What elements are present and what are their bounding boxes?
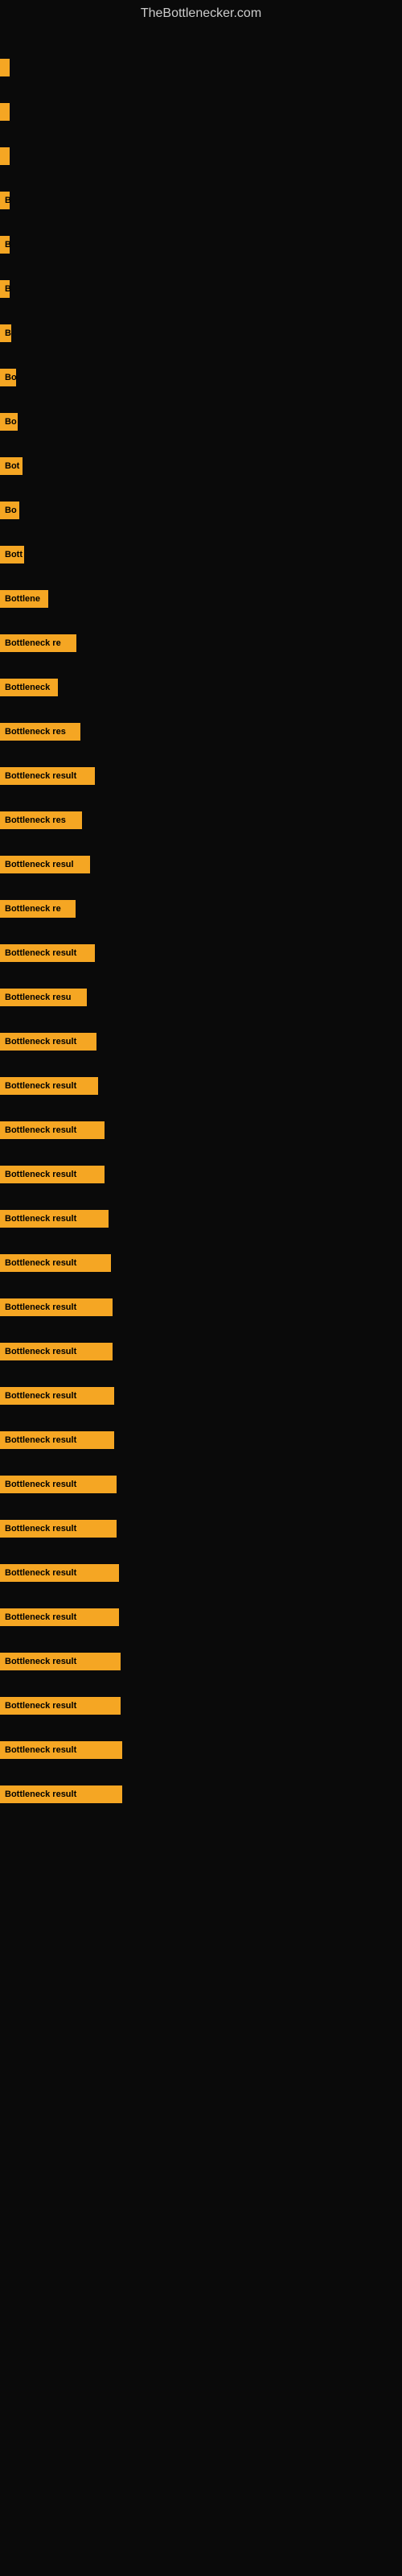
bar-row: Bott: [0, 532, 402, 576]
bottleneck-bar: Bottleneck result: [0, 1785, 122, 1803]
bottleneck-bar: Bottleneck result: [0, 1520, 117, 1538]
site-title: TheBottlenecker.com: [0, 0, 402, 29]
bar-row: Bottleneck result: [0, 1418, 402, 1462]
bar-row: Bottleneck re: [0, 886, 402, 931]
bar-row: Bottleneck result: [0, 1329, 402, 1373]
bar-row: Bo: [0, 355, 402, 399]
bar-row: Bottleneck result: [0, 1683, 402, 1728]
bottleneck-bar: B: [0, 280, 10, 298]
bar-row: [0, 134, 402, 178]
bar-row: Bottleneck result: [0, 1373, 402, 1418]
bar-row: Bottleneck result: [0, 1241, 402, 1285]
bottleneck-bar: Bottleneck result: [0, 944, 95, 962]
bottleneck-bar: Bottleneck result: [0, 1653, 121, 1670]
bar-row: [0, 45, 402, 89]
bottleneck-bar: Bottleneck result: [0, 767, 95, 785]
bar-row: B: [0, 311, 402, 355]
bar-row: B: [0, 178, 402, 222]
bar-row: Bottleneck result: [0, 1108, 402, 1152]
site-title-bar: TheBottlenecker.com: [0, 0, 402, 29]
bar-row: Bottleneck result: [0, 1063, 402, 1108]
bar-row: Bo: [0, 399, 402, 444]
bottleneck-bar: Bottleneck res: [0, 811, 82, 829]
bottleneck-bar: Bottleneck re: [0, 900, 76, 918]
bottleneck-bar: Bottleneck result: [0, 1033, 96, 1051]
bottleneck-bar: Bottleneck result: [0, 1343, 113, 1360]
bottleneck-bar: Bottleneck: [0, 679, 58, 696]
bar-row: Bottleneck result: [0, 1506, 402, 1550]
bottleneck-bar: Bot: [0, 457, 23, 475]
bar-row: Bot: [0, 444, 402, 488]
bottleneck-bar: Bottleneck result: [0, 1608, 119, 1626]
bottleneck-bar: Bottleneck result: [0, 1697, 121, 1715]
bar-row: Bo: [0, 488, 402, 532]
bottleneck-bar: Bottleneck result: [0, 1254, 111, 1272]
bottleneck-bar: B: [0, 236, 10, 254]
bottleneck-bar: [0, 103, 10, 121]
bar-row: Bottleneck res: [0, 709, 402, 753]
bottleneck-bar: Bottleneck resul: [0, 856, 90, 873]
bar-row: Bottleneck result: [0, 1595, 402, 1639]
bar-row: Bottleneck result: [0, 1728, 402, 1772]
bar-row: Bottleneck result: [0, 1639, 402, 1683]
bottleneck-bar: Bottleneck result: [0, 1121, 105, 1139]
bar-row: Bottleneck result: [0, 931, 402, 975]
bottleneck-bar: Bottleneck result: [0, 1210, 109, 1228]
bar-row: Bottleneck result: [0, 1772, 402, 1816]
bar-row: Bottleneck result: [0, 1285, 402, 1329]
bar-row: Bottleneck result: [0, 1196, 402, 1241]
bar-row: Bottleneck result: [0, 1152, 402, 1196]
bars-container: B B B B Bo Bo Bot Bo Bott Bottlene Bottleneck re Bo…: [0, 29, 402, 1816]
bottleneck-bar: Bottleneck result: [0, 1387, 114, 1405]
bar-row: Bottleneck result: [0, 1019, 402, 1063]
bottleneck-bar: Bottleneck resu: [0, 989, 87, 1006]
bottleneck-bar: Bott: [0, 546, 24, 564]
bar-row: Bottlene: [0, 576, 402, 621]
bottleneck-bar: Bo: [0, 413, 18, 431]
bottleneck-bar: Bottleneck result: [0, 1476, 117, 1493]
bottleneck-bar: Bottleneck res: [0, 723, 80, 741]
bar-row: Bottleneck resul: [0, 842, 402, 886]
bottleneck-bar: Bottleneck result: [0, 1166, 105, 1183]
bar-row: B: [0, 266, 402, 311]
bar-row: Bottleneck resu: [0, 975, 402, 1019]
bottleneck-bar: Bo: [0, 502, 19, 519]
bar-row: Bottleneck re: [0, 621, 402, 665]
bottleneck-bar: Bottleneck result: [0, 1741, 122, 1759]
bottleneck-bar: Bottleneck re: [0, 634, 76, 652]
bar-row: Bottleneck: [0, 665, 402, 709]
bar-row: Bottleneck result: [0, 1550, 402, 1595]
bottleneck-bar: Bottleneck result: [0, 1564, 119, 1582]
bottleneck-bar: Bottlene: [0, 590, 48, 608]
bar-row: B: [0, 222, 402, 266]
bar-row: Bottleneck result: [0, 1462, 402, 1506]
bar-row: [0, 89, 402, 134]
bottleneck-bar: Bottleneck result: [0, 1077, 98, 1095]
bottleneck-bar: B: [0, 324, 11, 342]
bottleneck-bar: Bottleneck result: [0, 1298, 113, 1316]
bar-row: Bottleneck res: [0, 798, 402, 842]
bottleneck-bar: [0, 59, 10, 76]
bottleneck-bar: Bo: [0, 369, 16, 386]
bottleneck-bar: B: [0, 192, 10, 209]
bottleneck-bar: [0, 147, 10, 165]
bar-row: Bottleneck result: [0, 753, 402, 798]
bottleneck-bar: Bottleneck result: [0, 1431, 114, 1449]
